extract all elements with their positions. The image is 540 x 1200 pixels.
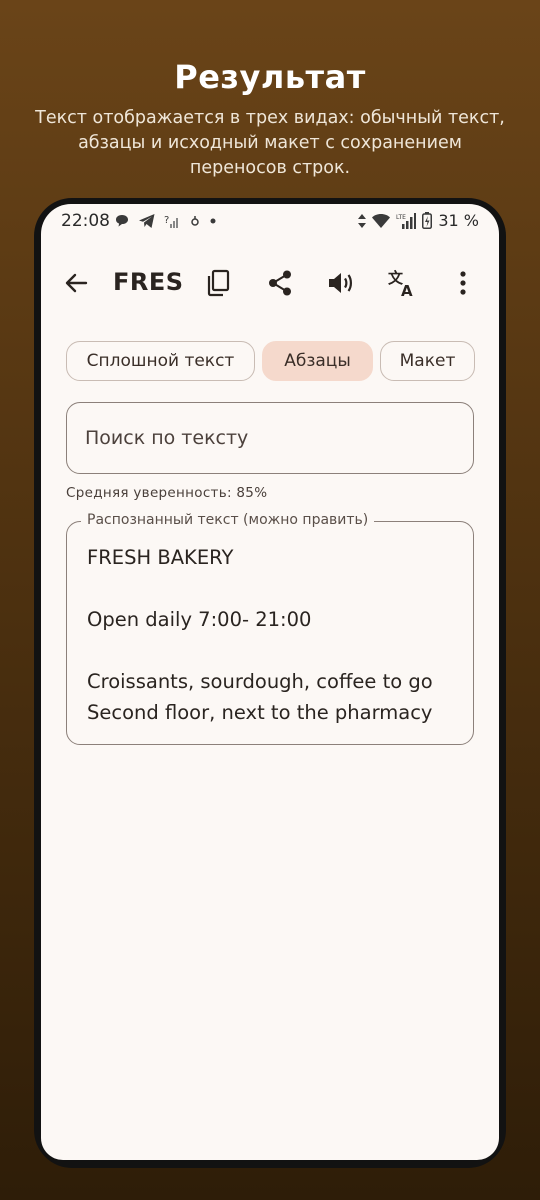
svg-text:?: ? [164,215,169,226]
translate-button[interactable]: 文A [385,266,419,300]
speak-button[interactable] [324,266,358,300]
more-button[interactable] [446,266,480,300]
svg-text:LTE: LTE [396,214,406,221]
promo-subtitle: Текст отображается в трех видах: обычный… [35,108,505,178]
recognized-text-legend: Распознанный текст (можно править) [81,512,375,528]
recognized-text-content[interactable]: FRESH BAKERY Open daily 7:00- 21:00 Croi… [87,542,457,728]
status-time: 22:08 [61,211,110,231]
app-bar-title: FRES [113,268,184,296]
no-signal-icon: ? [164,215,178,228]
copy-icon [207,269,230,297]
promo-title: Результат [174,58,366,96]
view-mode-tabs: Сплошной текст Абзацы Макет [66,341,499,383]
share-button[interactable] [263,266,297,300]
status-battery: 31 % [438,211,479,230]
recognized-text-field[interactable]: Распознанный текст (можно править) FRESH… [66,512,474,745]
status-left-icons: ? [114,213,216,229]
battery-icon [422,212,433,229]
dot-icon [210,218,216,224]
wifi-icon [372,214,391,228]
telegram-icon [139,214,155,228]
notification-icon [191,216,199,226]
confidence-label: Средняя уверенность: 85% [66,485,268,501]
search-field[interactable] [66,402,474,474]
data-arrows-icon [358,213,367,228]
tab-layout[interactable]: Макет [380,341,475,381]
phone-screen: 22:08 ? LTE 31 % FRES 文A Сплошной текст … [41,204,499,1160]
message-icon [116,215,128,227]
search-input[interactable] [85,423,445,453]
status-bar: 22:08 ? LTE 31 % [41,204,499,238]
status-right-icons: LTE 31 % [358,211,479,230]
volume-icon [329,273,352,293]
share-icon [269,270,291,296]
lte-signal-icon: LTE [396,212,417,229]
app-bar: FRES 文A [41,256,499,308]
tab-paragraphs[interactable]: Абзацы [262,341,373,381]
svg-text:A: A [401,282,413,298]
back-arrow-icon[interactable] [61,268,91,298]
copy-button[interactable] [201,266,235,300]
tab-plain-text[interactable]: Сплошной текст [66,341,255,381]
translate-icon: 文A [388,269,413,298]
more-vert-icon [460,271,466,295]
